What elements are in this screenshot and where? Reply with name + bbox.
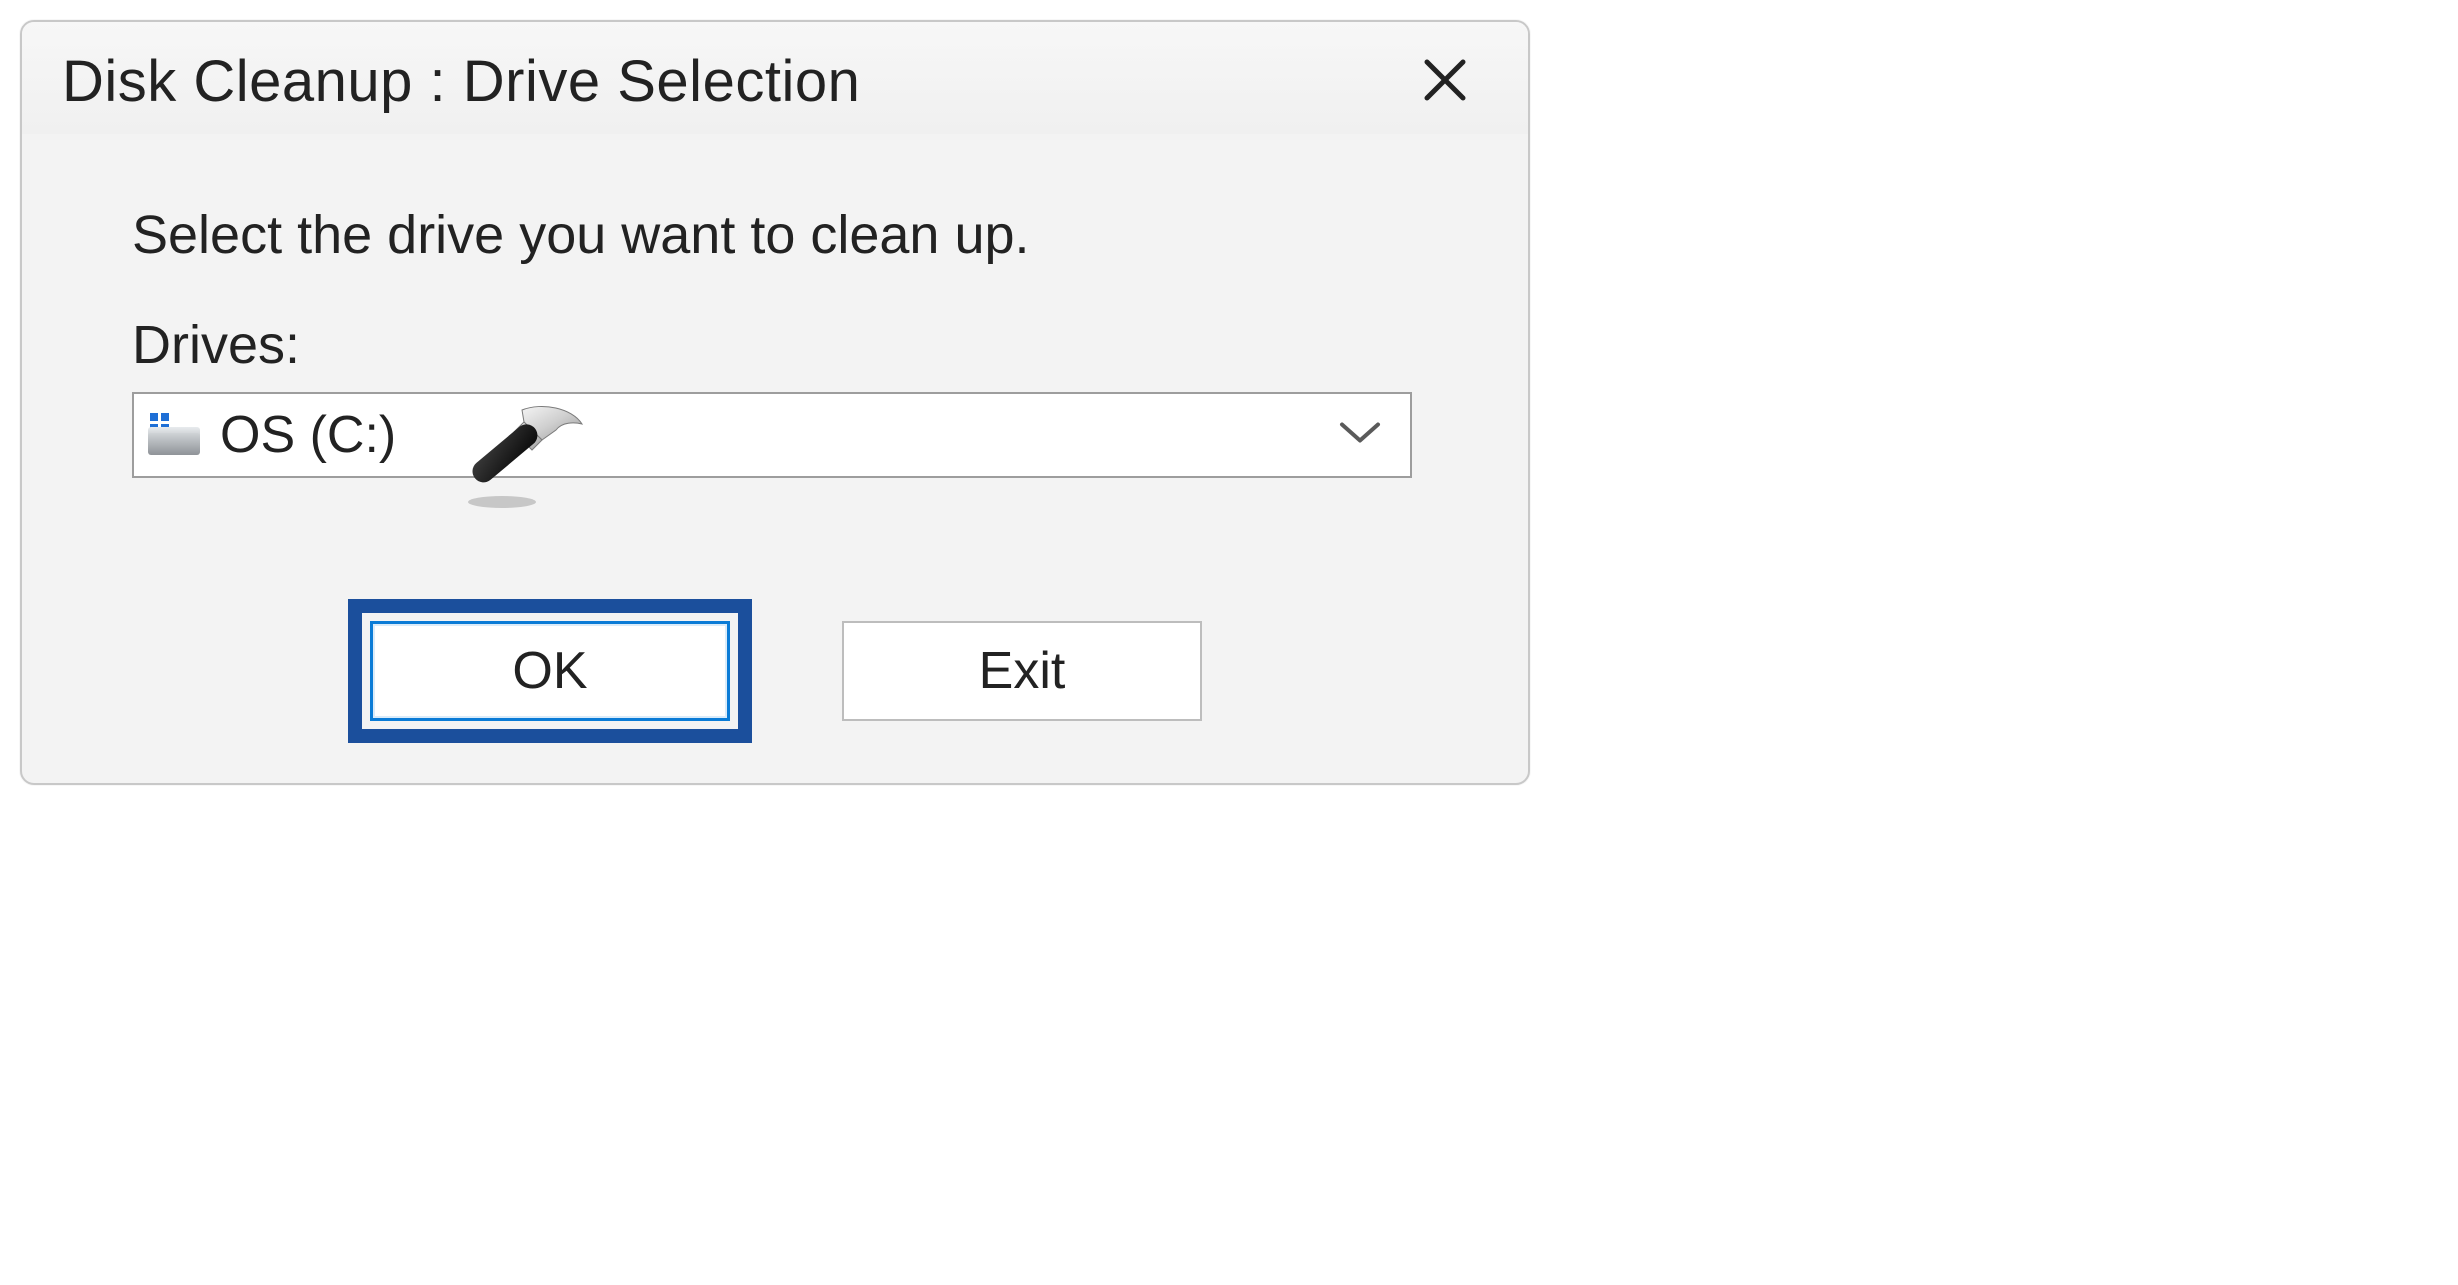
chevron-down-icon xyxy=(1338,419,1382,452)
drives-label: Drives: xyxy=(132,314,1418,376)
exit-button[interactable]: Exit xyxy=(842,621,1202,721)
window-title: Disk Cleanup : Drive Selection xyxy=(62,48,860,115)
dialog-footer: OK Exit xyxy=(22,599,1528,743)
drives-dropdown[interactable]: OS (C:) xyxy=(132,392,1412,478)
disk-cleanup-dialog: Disk Cleanup : Drive Selection Select th… xyxy=(20,20,1530,785)
drive-icon xyxy=(148,415,200,455)
ok-button-highlight: OK xyxy=(348,599,752,743)
instruction-text: Select the drive you want to clean up. xyxy=(132,204,1418,266)
close-icon xyxy=(1421,56,1469,107)
close-button[interactable] xyxy=(1410,46,1480,116)
drives-dropdown-value: OS (C:) xyxy=(220,405,396,465)
dialog-body: Select the drive you want to clean up. D… xyxy=(22,134,1528,478)
ok-button[interactable]: OK xyxy=(370,621,730,721)
titlebar: Disk Cleanup : Drive Selection xyxy=(22,22,1528,134)
